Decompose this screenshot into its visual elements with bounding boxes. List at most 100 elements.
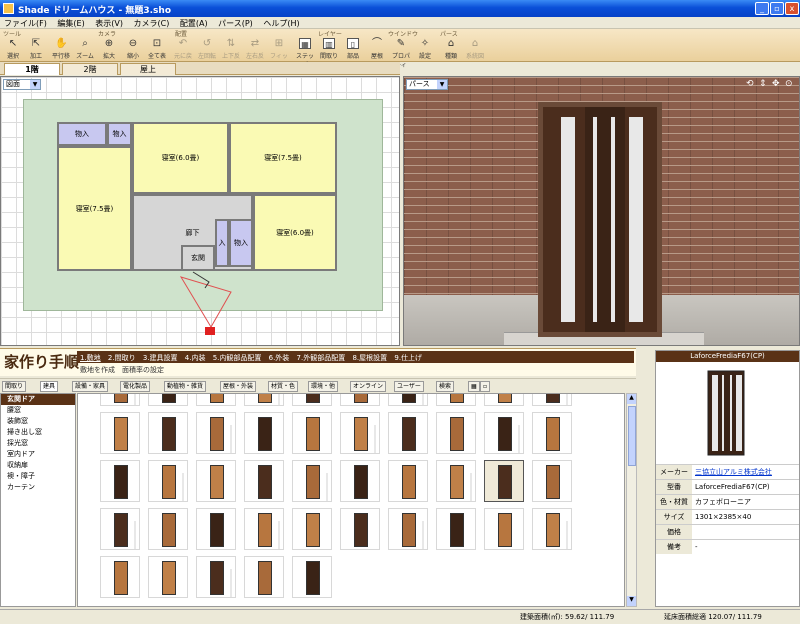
- step-fittings[interactable]: 3.建具設置: [143, 354, 178, 362]
- door-thumbnail[interactable]: [292, 556, 332, 598]
- edit-button[interactable]: ⇱ 加工: [25, 37, 47, 61]
- door-thumbnail[interactable]: [484, 508, 524, 550]
- door-thumbnail[interactable]: [196, 412, 236, 454]
- close-button[interactable]: x: [785, 2, 799, 15]
- perspective-view[interactable]: パース ▼ ⟲ ⇕ ✥ ⊙: [403, 76, 800, 346]
- door-thumbnail[interactable]: [100, 460, 140, 502]
- menu-view[interactable]: 表示(V): [91, 17, 127, 29]
- floorplan-canvas[interactable]: 物入 物入 寝室(6.0畳) 寝室(7.5畳) 寝室(7.5畳) 廊下 入 物入…: [0, 76, 400, 346]
- door-thumbnail[interactable]: [244, 508, 284, 550]
- view-large-icon[interactable]: ▦: [468, 381, 480, 392]
- door-thumbnail[interactable]: [532, 394, 572, 406]
- door-thumbnail[interactable]: [532, 412, 572, 454]
- select-button[interactable]: ↖ 選択: [2, 37, 24, 61]
- step-floorplan[interactable]: 2.間取り: [108, 354, 136, 362]
- tab-search[interactable]: 検索: [436, 381, 455, 392]
- floorplan-layer-button[interactable]: ▥ 間取り: [318, 37, 340, 61]
- step-interior[interactable]: 4.内装: [185, 354, 206, 362]
- camera-icon[interactable]: [205, 327, 215, 335]
- room-bedroom-6-east[interactable]: 寝室(6.0畳): [253, 194, 337, 271]
- tab-appliances[interactable]: 電化製品: [120, 381, 151, 392]
- fit-all-button[interactable]: ⊡全て表示: [146, 37, 168, 69]
- menu-file[interactable]: ファイル(F): [0, 17, 51, 29]
- door-thumbnail[interactable]: [100, 394, 140, 406]
- menu-help[interactable]: ヘルプ(H): [259, 17, 303, 29]
- step-exterior-parts[interactable]: 7.外観部品配置: [297, 354, 346, 362]
- door-thumbnail[interactable]: [340, 508, 380, 550]
- door-thumbnail[interactable]: [388, 460, 428, 502]
- roof-layer-button[interactable]: ⌒ 屋根: [366, 37, 388, 61]
- door-thumbnail[interactable]: [100, 412, 140, 454]
- step-site[interactable]: 1.敷地: [80, 354, 101, 362]
- category-sliding-screen[interactable]: 襖・障子: [1, 471, 75, 482]
- camera-rotate-icon[interactable]: ⟲: [746, 79, 754, 89]
- door-thumbnail[interactable]: [244, 412, 284, 454]
- scroll-thumb[interactable]: [628, 406, 636, 466]
- zoom-button[interactable]: ⌕ ズーム: [74, 37, 96, 61]
- tab-floor-1[interactable]: 1階: [4, 63, 60, 75]
- door-thumbnail[interactable]: [100, 556, 140, 598]
- category-decorative-window[interactable]: 装飾窓: [1, 416, 75, 427]
- door-thumbnail[interactable]: [292, 394, 332, 406]
- door-thumbnail[interactable]: [532, 460, 572, 502]
- maker-link[interactable]: 三協立山アルミ株式会社: [695, 465, 772, 479]
- door-thumbnail[interactable]: [436, 460, 476, 502]
- door-thumbnail[interactable]: [244, 394, 284, 406]
- category-storage-door[interactable]: 収納扉: [1, 460, 75, 471]
- step-roof[interactable]: 8.屋根設置: [352, 354, 387, 362]
- tab-floor-2[interactable]: 2階: [62, 63, 118, 75]
- kind-button[interactable]: ⌂ 種類: [440, 37, 462, 61]
- property-button[interactable]: ✎ プロパティ: [390, 37, 412, 69]
- step-exterior[interactable]: 6.外装: [269, 354, 290, 362]
- category-skylight[interactable]: 採光窓: [1, 438, 75, 449]
- door-thumbnail[interactable]: [292, 412, 332, 454]
- camera-tilt-icon[interactable]: ⇕: [759, 79, 767, 89]
- door-thumbnail[interactable]: [436, 508, 476, 550]
- menu-perspective[interactable]: パース(P): [214, 17, 257, 29]
- room-storage-3[interactable]: 物入: [229, 219, 253, 267]
- door-thumbnail[interactable]: [196, 556, 236, 598]
- rotate-left-button[interactable]: ↺ 左回転: [196, 37, 218, 61]
- door-thumbnail[interactable]: [340, 412, 380, 454]
- settings-button[interactable]: ✧ 設定: [414, 37, 436, 61]
- flip-horizontal-button[interactable]: ⇄左右反転: [244, 37, 266, 69]
- door-thumbnail[interactable]: [244, 556, 284, 598]
- parts-layer-button[interactable]: ▯ 部品: [342, 37, 364, 61]
- view-small-icon[interactable]: ▫: [480, 381, 491, 392]
- door-thumbnail[interactable]: [148, 394, 188, 406]
- room-storage-2[interactable]: 物入: [107, 122, 132, 146]
- door-thumbnail[interactable]: [196, 508, 236, 550]
- tab-floorplan[interactable]: 間取り: [2, 381, 27, 392]
- scroll-up-icon[interactable]: ▲: [627, 394, 636, 404]
- door-thumbnail[interactable]: [148, 460, 188, 502]
- room-bedroom-7-5-west[interactable]: 寝室(7.5畳): [57, 146, 132, 271]
- door-model[interactable]: [538, 102, 662, 337]
- tab-user[interactable]: ユーザー: [394, 381, 424, 392]
- room-storage-1[interactable]: 物入: [57, 122, 107, 146]
- door-thumbnail[interactable]: [148, 508, 188, 550]
- door-thumbnail[interactable]: [292, 460, 332, 502]
- scroll-down-icon[interactable]: ▼: [627, 596, 636, 606]
- step-button[interactable]: ▦ステップ: [294, 37, 316, 69]
- category-waist-window[interactable]: 腰窓: [1, 405, 75, 416]
- door-thumbnail[interactable]: [388, 412, 428, 454]
- menu-place[interactable]: 配置(A): [176, 17, 212, 29]
- tab-material[interactable]: 材質・色: [268, 381, 299, 392]
- plan-view-select[interactable]: 図面 ▼: [3, 79, 41, 90]
- room-small-storage[interactable]: 入: [215, 219, 229, 267]
- door-thumbnail[interactable]: [436, 394, 476, 406]
- step-interior-parts[interactable]: 5.内観部品配置: [213, 354, 262, 362]
- door-thumbnail[interactable]: [148, 412, 188, 454]
- category-entrance-door[interactable]: 玄関ドア: [1, 394, 75, 405]
- room-bedroom-6[interactable]: 寝室(6.0畳): [132, 122, 229, 194]
- sub-area-ratio[interactable]: 面積率の設定: [122, 365, 164, 375]
- gallery-scrollbar[interactable]: ▲ ▼: [626, 393, 637, 607]
- system-diagram-button[interactable]: ⌂ 系統図: [464, 37, 486, 61]
- door-thumbnail[interactable]: [388, 394, 428, 406]
- category-interior-door[interactable]: 室内ドア: [1, 449, 75, 460]
- minimize-button[interactable]: _: [755, 2, 769, 15]
- door-thumbnail[interactable]: [484, 394, 524, 406]
- door-thumbnail[interactable]: [196, 394, 236, 406]
- menu-edit[interactable]: 編集(E): [53, 17, 88, 29]
- maximize-button[interactable]: ▫: [770, 2, 784, 15]
